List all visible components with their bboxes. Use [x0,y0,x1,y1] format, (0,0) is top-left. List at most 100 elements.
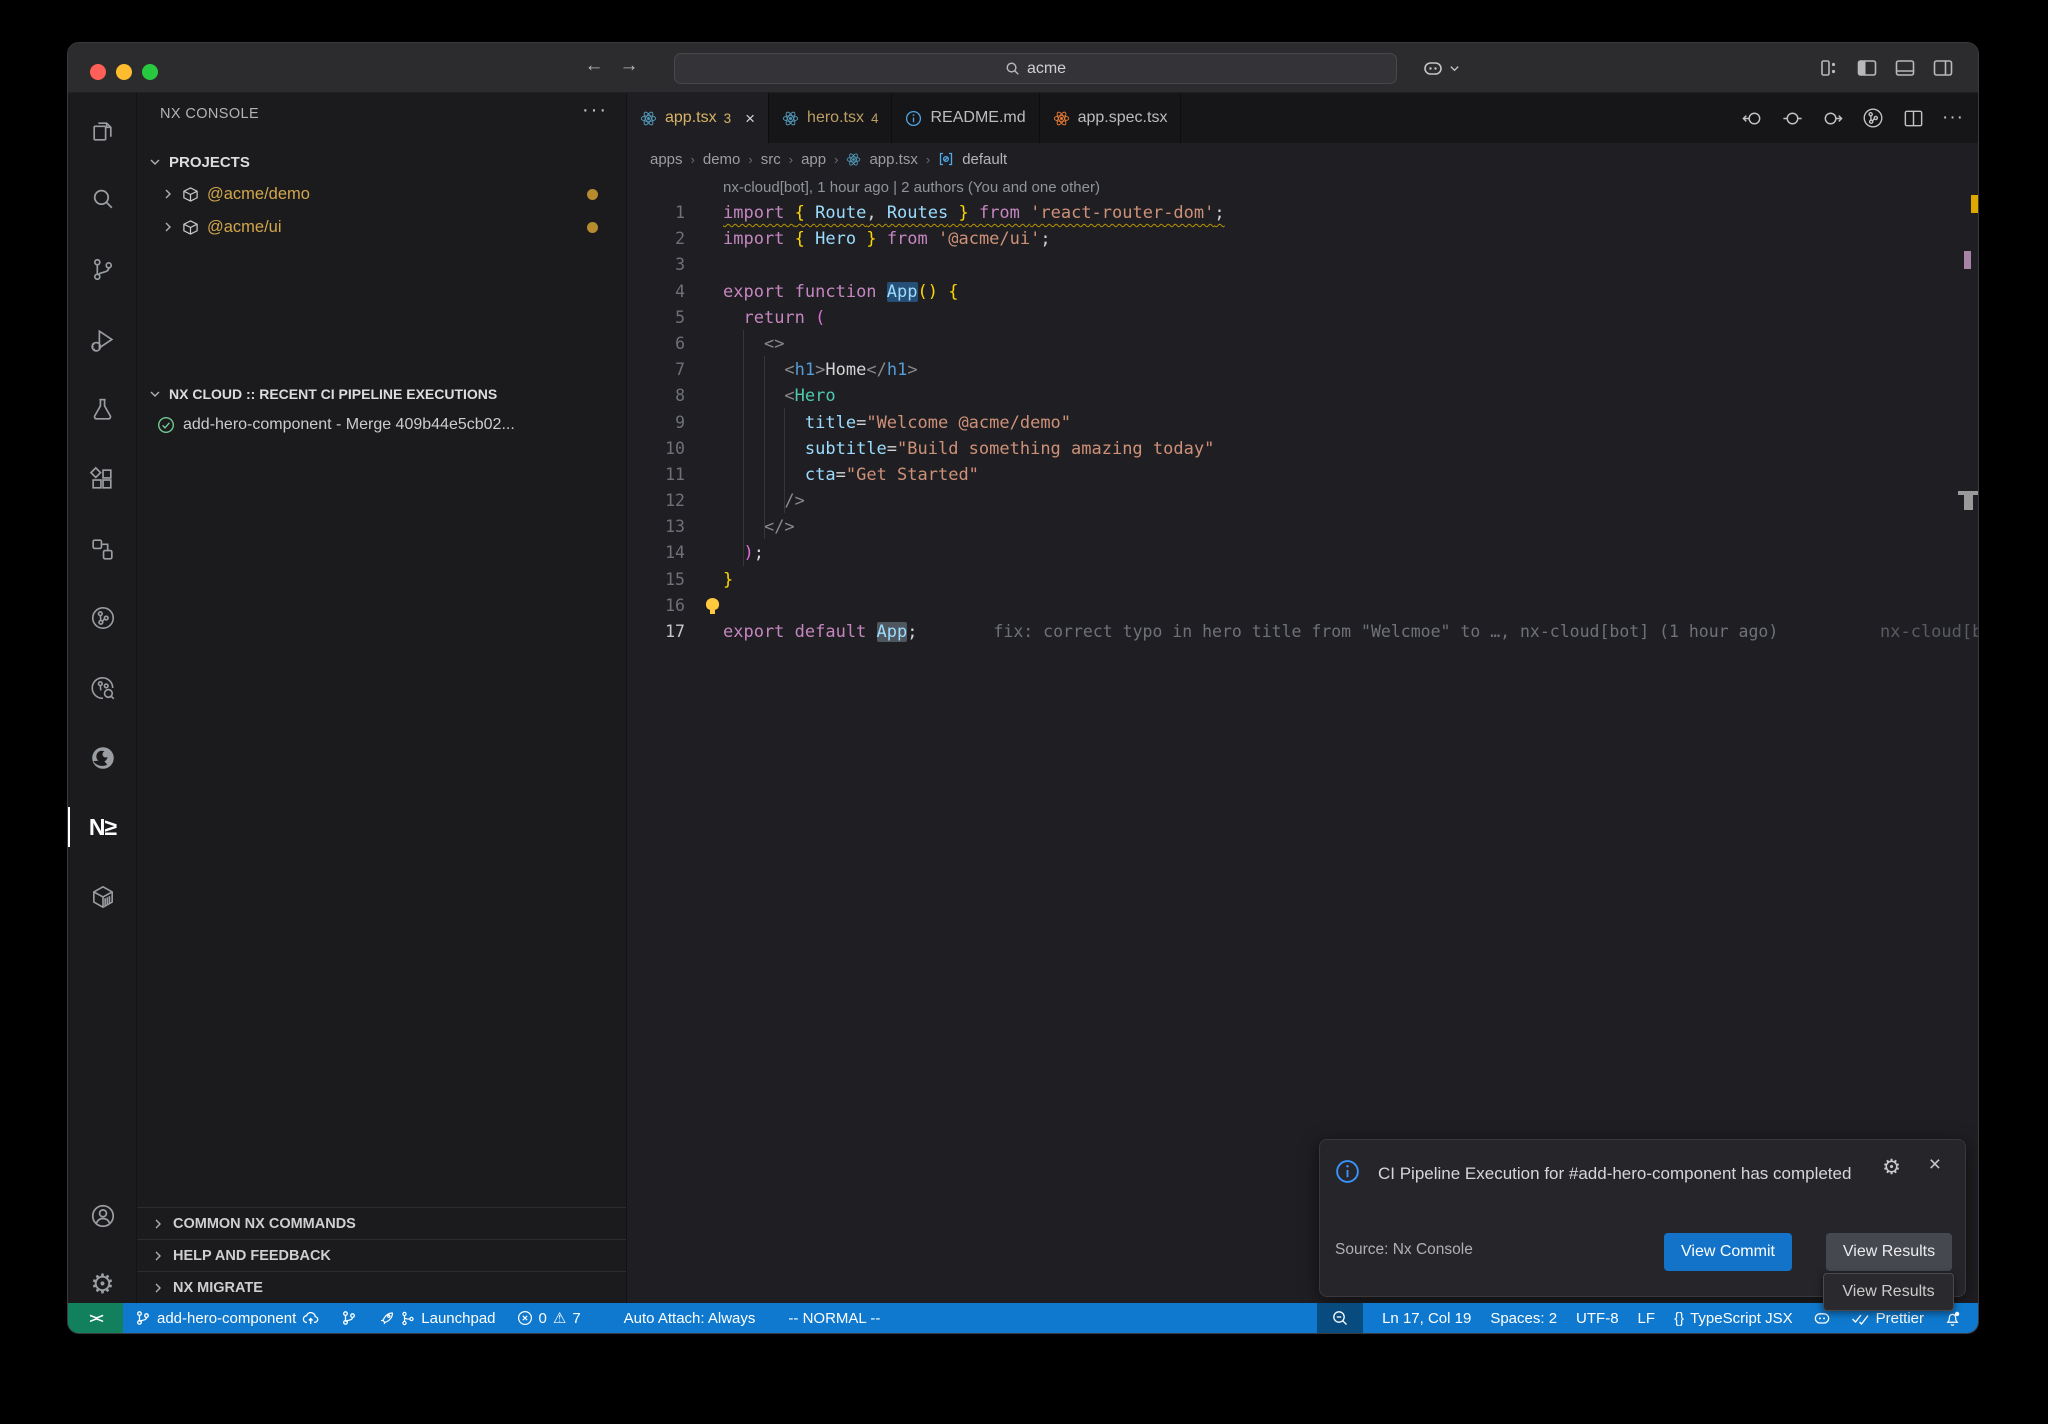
indent-guide [743,330,744,566]
view-commit-button[interactable]: View Commit [1664,1233,1792,1271]
notifications-bell-icon[interactable] [1943,1309,1962,1328]
code-line[interactable]: 13 </> [627,514,1978,540]
code-line[interactable]: 4export function App() { [627,279,1978,305]
code-line[interactable]: 16 [627,593,1978,619]
navigate-forward-button[interactable]: → [616,55,642,77]
navigate-back-button[interactable]: ← [581,55,607,77]
project-item-acme-ui[interactable]: @acme/ui [137,211,626,243]
references-view-icon[interactable] [68,521,137,577]
package-icon [182,219,199,236]
breadcrumb-app[interactable]: app [801,151,826,168]
eol-indicator[interactable]: LF [1638,1310,1656,1327]
overview-ruler-cursor-mark[interactable] [1964,495,1973,510]
tab-app-spec-tsx[interactable]: app.spec.tsx [1040,93,1182,143]
code-area[interactable]: nx-cloud[bot], 1 hour ago | 2 authors (Y… [627,175,1978,1303]
accounts-icon[interactable] [68,1188,137,1244]
extensions-icon[interactable] [68,451,137,507]
breadcrumb-demo[interactable]: demo [703,151,741,168]
copilot-status-icon[interactable] [1812,1308,1832,1328]
auto-attach-indicator[interactable]: Auto Attach: Always [624,1310,756,1327]
section-projects[interactable]: PROJECTS [137,146,626,178]
customize-layout-icon[interactable] [1817,56,1841,80]
zoom-window-button[interactable] [142,64,158,80]
gitlens-mode-indicator[interactable] [341,1310,357,1326]
git-blame-header[interactable]: nx-cloud[bot], 1 hour ago | 2 authors (Y… [627,175,1978,200]
view-results-button[interactable]: View Results [1826,1233,1952,1271]
command-center-search[interactable]: acme [674,53,1397,84]
code-line[interactable]: 9 title="Welcome @acme/demo" [627,410,1978,436]
toggle-primary-sidebar-icon[interactable] [1855,56,1879,80]
code-line[interactable]: 6 <> [627,331,1978,357]
code-line[interactable]: 8 <Hero [627,383,1978,409]
tab-readme-md[interactable]: README.md [892,93,1039,143]
explorer-icon[interactable] [68,103,137,159]
close-tab-icon[interactable]: × [745,110,755,127]
gitlens-changes-icon[interactable] [1781,107,1804,130]
code-line[interactable]: 14 ); [627,540,1978,566]
branch-indicator[interactable]: add-hero-component [135,1310,320,1327]
code-line[interactable]: 10 subtitle="Build something amazing tod… [627,436,1978,462]
pipeline-execution-item[interactable]: add-hero-component - Merge 409b44e5cb02.… [137,409,626,441]
code-line[interactable]: 7 <h1>Home</h1> [627,357,1978,383]
nx-console-icon[interactable]: N≥ [68,799,137,855]
notification-settings-icon[interactable]: ⚙ [1882,1155,1901,1180]
copilot-menu[interactable] [1421,56,1460,80]
toggle-secondary-sidebar-icon[interactable] [1931,56,1955,80]
minimize-window-button[interactable] [116,64,132,80]
overview-ruler-modified-mark [1964,251,1971,269]
section-nx-cloud[interactable]: NX CLOUD :: RECENT CI PIPELINE EXECUTION… [137,378,626,410]
nx-cloud-icon[interactable] [68,869,137,925]
code-line[interactable]: 2import { Hero } from '@acme/ui'; [627,226,1978,252]
remote-indicator[interactable]: >< [68,1303,123,1333]
section-common-nx-commands[interactable]: COMMON NX COMMANDS [137,1207,626,1239]
chevron-right-icon: › [789,152,793,167]
chevron-right-icon [152,1250,164,1262]
breadcrumb-apps[interactable]: apps [650,151,683,168]
section-help-and-feedback[interactable]: HELP AND FEEDBACK [137,1239,626,1271]
gitlens-icon[interactable] [68,590,137,646]
lightbulb-icon[interactable] [706,598,719,610]
code-line[interactable]: 17export default App;fix: correct typo i… [627,619,1978,645]
edge-browser-icon[interactable] [68,730,137,786]
code-line[interactable]: 12 /> [627,488,1978,514]
chevron-right-icon: › [926,152,930,167]
breadcrumb-file[interactable]: app.tsx [869,151,917,168]
problems-indicator[interactable]: 0 ⚠ 7 [517,1309,581,1327]
close-window-button[interactable] [90,64,106,80]
run-debug-icon[interactable] [68,312,137,368]
more-actions-icon[interactable]: ··· [1942,107,1964,129]
indentation-indicator[interactable]: Spaces: 2 [1490,1310,1557,1327]
breadcrumb-src[interactable]: src [761,151,781,168]
project-item-acme-demo[interactable]: @acme/demo [137,178,626,210]
launchpad-indicator[interactable]: Launchpad [378,1310,495,1327]
code-line[interactable]: 11 cta="Get Started" [627,462,1978,488]
code-text: export default App;fix: correct typo in … [723,619,1778,645]
sidebar-more-actions[interactable]: ··· [582,99,608,122]
gitlens-next-change-icon[interactable] [1821,107,1844,130]
language-indicator[interactable]: {} TypeScript JSX [1674,1310,1793,1327]
toggle-panel-icon[interactable] [1893,56,1917,80]
breadcrumb-symbol[interactable]: default [962,151,1007,168]
encoding-indicator[interactable]: UTF-8 [1576,1310,1619,1327]
gitlens-prev-change-icon[interactable] [1741,107,1764,130]
code-line[interactable]: 5 return ( [627,305,1978,331]
commit-graph-icon[interactable] [68,660,137,716]
warning-icon: ⚠ [553,1309,566,1327]
chevron-down-icon [1449,63,1460,74]
section-nx-migrate[interactable]: NX MIGRATE [137,1271,626,1303]
notification-close-icon[interactable]: × [1929,1153,1941,1177]
split-editor-icon[interactable] [1902,107,1925,130]
code-line[interactable]: 15} [627,567,1978,593]
search-view-icon[interactable] [68,171,137,227]
tab-app-tsx[interactable]: app.tsx 3 × [627,93,769,143]
cursor-position-indicator[interactable]: Ln 17, Col 19 [1382,1310,1471,1327]
code-line[interactable]: 3 [627,252,1978,278]
zoom-out-indicator[interactable] [1317,1303,1363,1333]
source-control-icon[interactable] [68,241,137,297]
formatter-indicator[interactable]: Prettier [1851,1310,1924,1327]
code-line[interactable]: 1import { Route, Routes } from 'react-ro… [627,200,1978,226]
tab-hero-tsx[interactable]: hero.tsx 4 [769,93,892,143]
commit-graph-icon[interactable] [1861,106,1885,130]
testing-icon[interactable] [68,381,137,437]
chevron-right-icon: › [748,152,752,167]
